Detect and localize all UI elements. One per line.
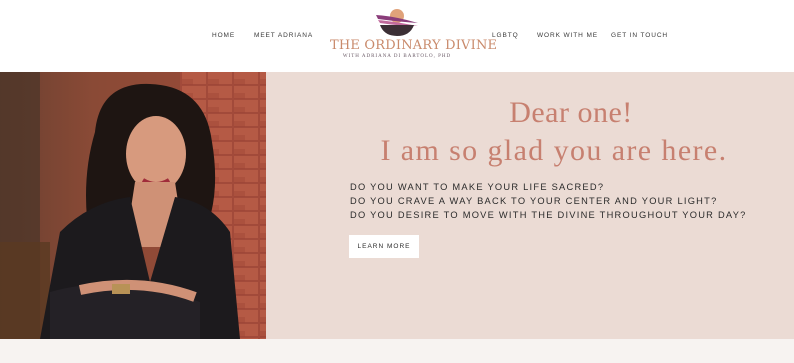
nav-meet-adriana[interactable]: MEET ADRIANA	[254, 32, 313, 39]
site-header: HOME MEET ADRIANA THE ORDINARY DIVINE WI…	[0, 0, 794, 72]
hero-question: DO YOU CRAVE A WAY BACK TO YOUR CENTER A…	[350, 196, 718, 206]
hero-section: Dear one! I am so glad you are here. DO …	[0, 72, 794, 339]
logo-title: THE ORDINARY DIVINE	[330, 38, 498, 53]
next-section-strip	[0, 339, 794, 363]
hero-greeting: Dear one!	[509, 96, 633, 129]
site-logo[interactable]: THE ORDINARY DIVINE WITH ADRIANA DI BART…	[330, 6, 498, 66]
logo-subtitle: WITH ADRIANA DI BARTOLO, PHD	[342, 54, 452, 59]
nav-get-in-touch[interactable]: GET IN TOUCH	[611, 32, 668, 39]
nav-home[interactable]: HOME	[212, 32, 235, 39]
hero-question: DO YOU DESIRE TO MOVE WITH THE DIVINE TH…	[350, 210, 747, 220]
learn-more-button[interactable]: LEARN MORE	[349, 235, 419, 258]
logo-mark-icon	[376, 9, 418, 36]
portrait-photo	[0, 72, 266, 339]
nav-lgbtq[interactable]: LGBTQ	[492, 32, 519, 39]
nav-work-with-me[interactable]: WORK WITH ME	[537, 32, 598, 39]
hero-question: DO YOU WANT TO MAKE YOUR LIFE SACRED?	[350, 182, 605, 192]
hero-welcome: I am so glad you are here.	[380, 134, 728, 167]
